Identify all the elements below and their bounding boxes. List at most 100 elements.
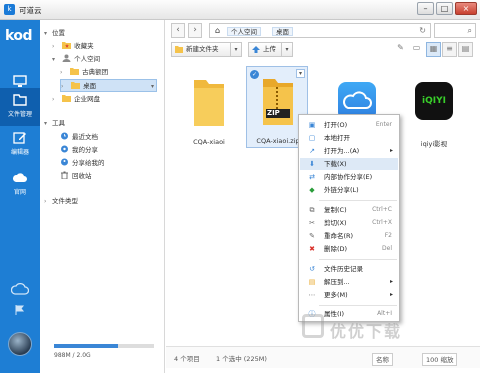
open-with-icon: ↗ xyxy=(309,147,315,155)
minimize-button[interactable]: – xyxy=(417,2,434,15)
avatar[interactable] xyxy=(8,332,32,356)
rename-icon: ✎ xyxy=(309,232,315,240)
tree-item-favorites[interactable]: › 收藏夹 xyxy=(52,40,94,53)
menu-item-download[interactable]: ⬇ 下载(X) xyxy=(300,158,398,170)
window-icon: ▢ xyxy=(308,134,316,142)
file-name: iqiyi影视 xyxy=(420,140,448,148)
submenu-arrow-icon: ▸ xyxy=(389,278,393,285)
menu-item-internal-share[interactable]: ⇄ 内部协作分享(E) xyxy=(300,171,398,183)
new-folder-label: 新建文件夹 xyxy=(186,45,219,53)
tree-location-label: 位置 xyxy=(52,29,65,37)
tree-location-header[interactable]: ▾ 位置 xyxy=(44,27,65,40)
tree-tools-header[interactable]: ▾ 工具 xyxy=(44,117,65,130)
tree-classic-circle-label: 古典额团 xyxy=(82,68,109,76)
maximize-button[interactable]: □ xyxy=(436,2,453,15)
menu-separator xyxy=(319,259,397,260)
menu-item-more[interactable]: ⋯ 更多(M) ▸ xyxy=(300,289,398,301)
menu-item-label: 文件历史记录 xyxy=(324,265,363,273)
menu-item-label: 删除(D) xyxy=(324,245,348,253)
user-icon xyxy=(62,54,71,62)
menu-item-label: 复制(C) xyxy=(324,206,347,214)
chevron-right-icon: › xyxy=(61,83,64,90)
menu-item-copy[interactable]: ⧉ 复制(C) Ctrl+C xyxy=(300,204,398,216)
menu-item-delete[interactable]: ✖ 删除(D) Del xyxy=(300,243,398,255)
search-input[interactable]: ⌕ xyxy=(434,23,476,38)
home-icon[interactable]: ⌂ xyxy=(215,26,220,35)
app-icon: k xyxy=(4,4,15,15)
close-button[interactable]: × xyxy=(455,2,477,15)
tree-file-types-header[interactable]: › 文件类型 xyxy=(44,195,78,208)
tree-desktop-label: 桌面 xyxy=(83,82,97,90)
nav-editor[interactable]: 编辑器 xyxy=(0,126,40,164)
layout-icon[interactable]: ▭ xyxy=(409,42,424,57)
history-icon: ↺ xyxy=(309,265,315,273)
split-view-icon[interactable]: ▤ xyxy=(458,42,473,57)
tree-item-my-shares[interactable]: 我的分享 xyxy=(60,144,98,157)
tree-item-enterprise-disk[interactable]: › 企业网盘 xyxy=(52,93,100,106)
flag-icon[interactable] xyxy=(0,304,40,318)
tree-item-recycle-bin[interactable]: 回收站 xyxy=(60,170,92,183)
new-folder-button[interactable]: 新建文件夹 xyxy=(171,42,231,57)
open-icon: ▣ xyxy=(308,121,316,129)
tree-shared-to-me-label: 分享给我的 xyxy=(72,159,105,167)
watermark-logo xyxy=(302,314,324,338)
menu-item-label: 解压到... xyxy=(324,278,350,286)
menu-separator xyxy=(319,305,397,306)
menu-item-label: 打开为...(A) xyxy=(324,147,360,155)
shortcut-label: Ctrl+C xyxy=(372,206,392,213)
tree-item-desktop[interactable]: › 桌面 ▾ xyxy=(60,79,157,92)
breadcrumb-desktop[interactable]: 桌面 xyxy=(272,27,293,36)
check-icon[interactable]: ✓ xyxy=(250,70,259,79)
folder-icon xyxy=(13,94,27,106)
upload-button[interactable]: 上传 xyxy=(248,42,282,57)
menu-item-label: 重命名(R) xyxy=(324,232,354,240)
file-item[interactable]: iQIYI iqiyi影视 xyxy=(403,68,465,148)
refresh-icon[interactable]: ↻ xyxy=(419,26,426,35)
grid-view-icon[interactable]: ▦ xyxy=(426,42,441,57)
menu-item-file-history[interactable]: ↺ 文件历史记录 xyxy=(300,263,398,275)
nav-website[interactable]: 官网 xyxy=(0,166,40,204)
chevron-right-icon: › xyxy=(60,69,63,76)
share-icon xyxy=(61,145,68,153)
tree-desktop-dropdown-icon[interactable]: ▾ xyxy=(151,80,154,93)
forward-button[interactable]: › xyxy=(188,23,202,38)
menu-item-label: 剪切(X) xyxy=(324,219,347,227)
folder-icon xyxy=(62,95,72,102)
sort-select[interactable]: 名称 xyxy=(372,353,393,366)
zoom-select[interactable]: 100 缩放 xyxy=(422,353,458,366)
tree-item-recent-docs[interactable]: 最近文档 xyxy=(60,131,98,144)
tree-item-classic-circle[interactable]: › 古典额团 xyxy=(60,66,108,79)
nav-file-manager[interactable]: 文件管理 xyxy=(0,88,40,126)
settings-icon[interactable]: ✎ xyxy=(393,42,408,57)
breadcrumb-personal-space[interactable]: 个人空间 xyxy=(227,27,261,36)
submenu-arrow-icon: ▸ xyxy=(389,147,393,154)
file-item[interactable]: CQA-xiaoi xyxy=(178,68,240,148)
tree-item-personal-space[interactable]: ▾ 个人空间 xyxy=(52,53,100,66)
menu-item-open-local[interactable]: ▢ 本地打开 xyxy=(300,132,398,144)
toolbar: 新建文件夹 ▾ 上传 ▾ ✎ ▭ ▦ ≡ ▤ xyxy=(171,42,476,58)
menu-item-open-as[interactable]: ↗ 打开为...(A) ▸ xyxy=(300,145,398,157)
cloud-sync-icon[interactable] xyxy=(0,282,40,298)
folder-icon xyxy=(71,82,81,89)
kod-logo: kod xyxy=(5,28,33,44)
menu-item-rename[interactable]: ✎ 重命名(R) F2 xyxy=(300,230,398,242)
list-view-icon[interactable]: ≡ xyxy=(442,42,457,57)
back-button[interactable]: ‹ xyxy=(171,23,185,38)
search-icon[interactable]: ⌕ xyxy=(468,26,472,36)
menu-item-label: 内部协作分享(E) xyxy=(324,173,373,181)
nav-file-manager-label: 文件管理 xyxy=(7,111,32,118)
address-bar[interactable]: ⌂ 个人空间 桌面 ↻ xyxy=(209,23,431,38)
menu-item-label: 外链分享(L) xyxy=(324,186,359,194)
shortcut-label: Enter xyxy=(375,121,392,128)
menu-item-external-share[interactable]: ◆ 外链分享(L) xyxy=(300,184,398,196)
menu-item-extract-to[interactable]: ▤ 解压到... ▸ xyxy=(300,276,398,288)
menu-item-cut[interactable]: ✂ 剪切(X) Ctrl+X xyxy=(300,217,398,229)
nav-editor-label: 编辑器 xyxy=(10,149,29,156)
new-folder-dropdown[interactable]: ▾ xyxy=(230,42,242,57)
chevron-down-icon: ▾ xyxy=(44,30,48,37)
item-menu-dropdown[interactable]: ▾ xyxy=(296,69,305,78)
upload-dropdown[interactable]: ▾ xyxy=(281,42,293,57)
tree-item-shared-to-me[interactable]: 分享给我的 xyxy=(60,157,105,170)
item-count: 4 个项目 xyxy=(174,355,200,363)
menu-item-open[interactable]: ▣ 打开(O) Enter xyxy=(300,119,398,131)
